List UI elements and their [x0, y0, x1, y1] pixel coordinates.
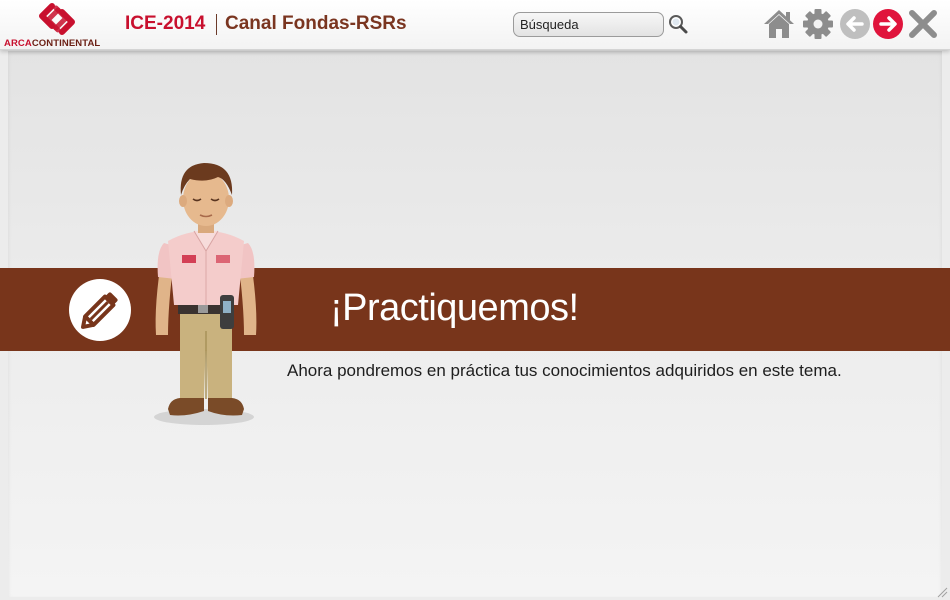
home-button[interactable]: [762, 8, 796, 40]
logo-text-continental: CONTINENTAL: [31, 38, 101, 49]
sales-representative-illustration: [154, 163, 257, 425]
course-title: Canal Fondas-RSRs: [225, 13, 407, 34]
next-button[interactable]: [871, 8, 905, 40]
title-divider: [216, 14, 217, 35]
home-icon: [764, 10, 794, 38]
settings-button[interactable]: [801, 8, 835, 40]
logo-wordmark: ARCACONTINENTAL: [4, 38, 116, 49]
practice-description: Ahora pondremos en práctica tus conocimi…: [287, 361, 842, 380]
gear-icon: [803, 9, 833, 39]
close-icon: [909, 10, 937, 38]
banner-title: ¡Practiquemos!: [330, 287, 579, 329]
practice-banner: ¡Practiquemos!: [0, 268, 950, 351]
arrow-left-icon: [840, 9, 870, 39]
arca-continental-logo-icon: [39, 3, 75, 35]
search-icon[interactable]: [667, 13, 689, 35]
resize-grip-icon[interactable]: [936, 586, 948, 598]
course-code: ICE-2014: [125, 13, 206, 34]
company-logo: ARCACONTINENTAL: [4, 2, 116, 49]
header-bar: ARCACONTINENTAL ICE-2014 Canal Fondas-RS…: [0, 0, 950, 50]
close-button[interactable]: [906, 8, 940, 40]
app-window: ARCACONTINENTAL ICE-2014 Canal Fondas-RS…: [0, 0, 950, 600]
pencil-icon: [69, 279, 131, 341]
back-button[interactable]: [838, 8, 872, 40]
search-input[interactable]: [513, 12, 664, 37]
arrow-right-icon: [873, 9, 903, 39]
logo-text-arca: ARCA: [4, 38, 32, 49]
